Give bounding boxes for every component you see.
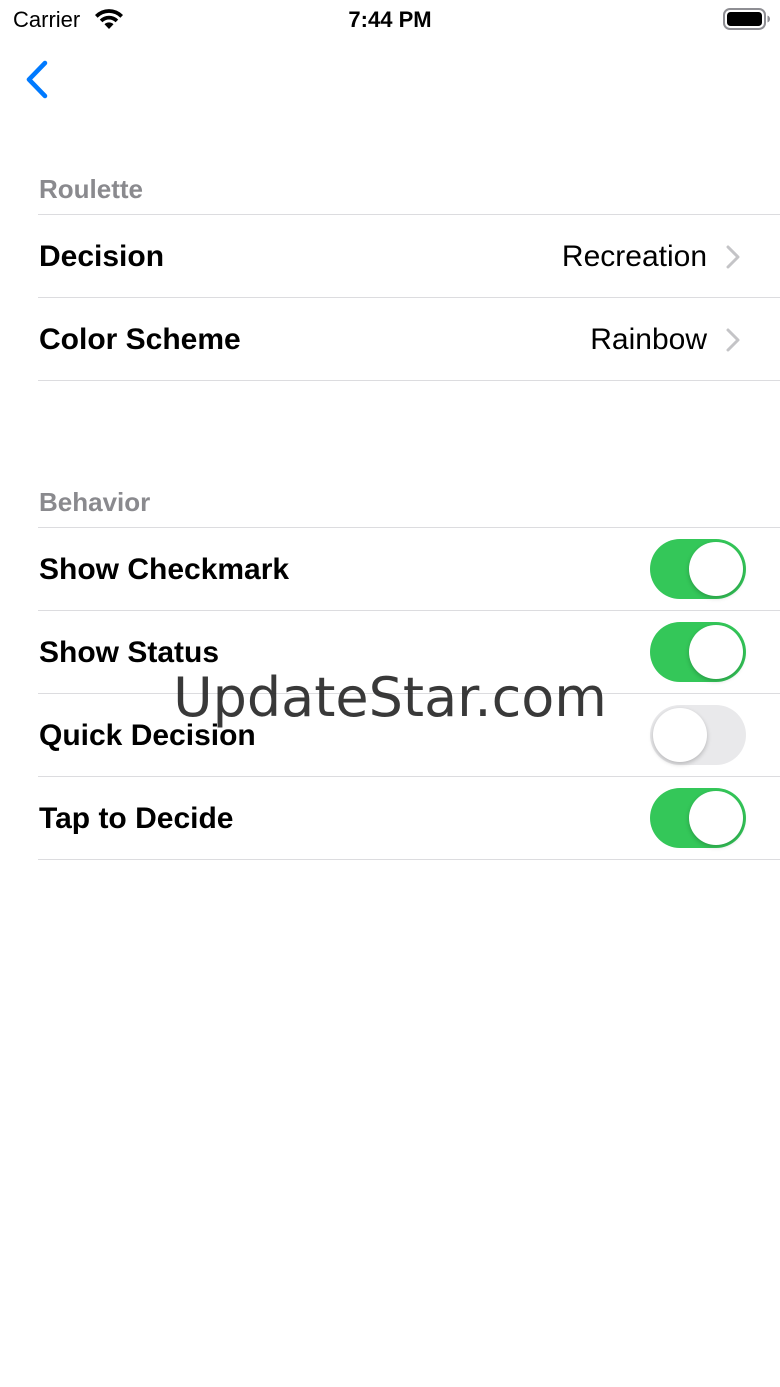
- toggle-knob: [689, 625, 743, 679]
- show-status-row: Show Status: [0, 611, 780, 693]
- decision-value: Recreation: [561, 240, 707, 273]
- quick-decision-row: Quick Decision: [0, 694, 780, 776]
- show-checkmark-toggle[interactable]: [650, 539, 746, 599]
- show-checkmark-row: Show Checkmark: [0, 528, 780, 610]
- toggle-knob: [689, 791, 743, 845]
- battery-icon: [723, 8, 770, 30]
- settings-screen: Carrier 7:44 PM Roulette Decision Recrea…: [0, 0, 780, 1387]
- chevron-right-icon: [726, 245, 740, 269]
- status-bar: Carrier 7:44 PM: [0, 0, 780, 40]
- chevron-right-icon: [726, 328, 740, 352]
- decision-label: Decision: [39, 240, 165, 273]
- back-button[interactable]: [18, 56, 58, 104]
- color-scheme-row[interactable]: Color Scheme Rainbow: [0, 298, 780, 380]
- tap-to-decide-label: Tap to Decide: [39, 802, 234, 835]
- quick-decision-toggle[interactable]: [650, 705, 746, 765]
- toggle-knob: [653, 708, 707, 762]
- show-checkmark-label: Show Checkmark: [39, 553, 290, 586]
- color-scheme-value: Rainbow: [590, 323, 707, 356]
- tap-to-decide-row: Tap to Decide: [0, 777, 780, 859]
- section-header-roulette: Roulette: [39, 174, 143, 204]
- quick-decision-label: Quick Decision: [39, 719, 256, 752]
- toggle-knob: [689, 542, 743, 596]
- show-status-toggle[interactable]: [650, 622, 746, 682]
- decision-row[interactable]: Decision Recreation: [0, 215, 780, 297]
- section-header-behavior: Behavior: [39, 487, 151, 517]
- divider: [38, 859, 780, 860]
- color-scheme-label: Color Scheme: [39, 323, 241, 356]
- divider: [38, 380, 780, 381]
- status-time: 7:44 PM: [348, 7, 432, 32]
- tap-to-decide-toggle[interactable]: [650, 788, 746, 848]
- chevron-left-icon: [26, 60, 48, 99]
- show-status-label: Show Status: [39, 636, 220, 669]
